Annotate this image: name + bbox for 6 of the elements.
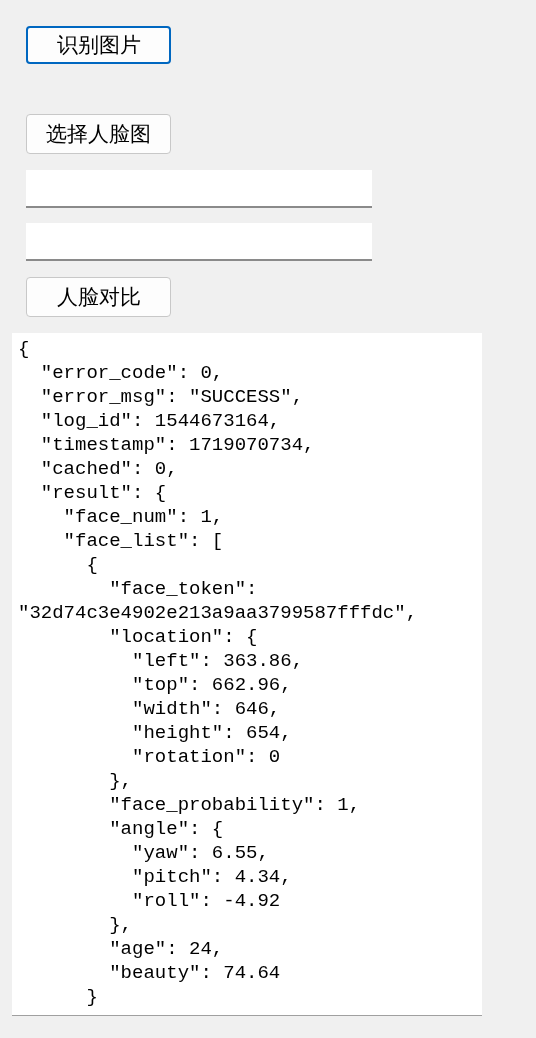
text-field[interactable]	[26, 170, 372, 208]
select-face-image-button[interactable]: 选择人脸图	[26, 114, 171, 154]
json-output-text: { "error_code": 0, "error_msg": "SUCCESS", "log_id": 1544673164, "timestamp": 1719070734, "cached": 0, "result": { "face_num": 1, "face_list": [ { "face_token": "32d74c3e4902e213a9aa3799587fffdc", "location": { "left": 363.86, "top": 662.96, "width": 646, "height": 654, "rotation": 0 }, "face_probability": 1, "angle": { "yaw": 6.55, "pitch": 4.34, "roll": -4.92 }, "age": 24, "beauty": 74.64 }	[12, 333, 482, 1016]
recognize-image-button[interactable]: 识别图片	[26, 26, 171, 64]
face-compare-button[interactable]: 人脸对比	[26, 277, 171, 317]
text-field[interactable]	[26, 223, 372, 261]
